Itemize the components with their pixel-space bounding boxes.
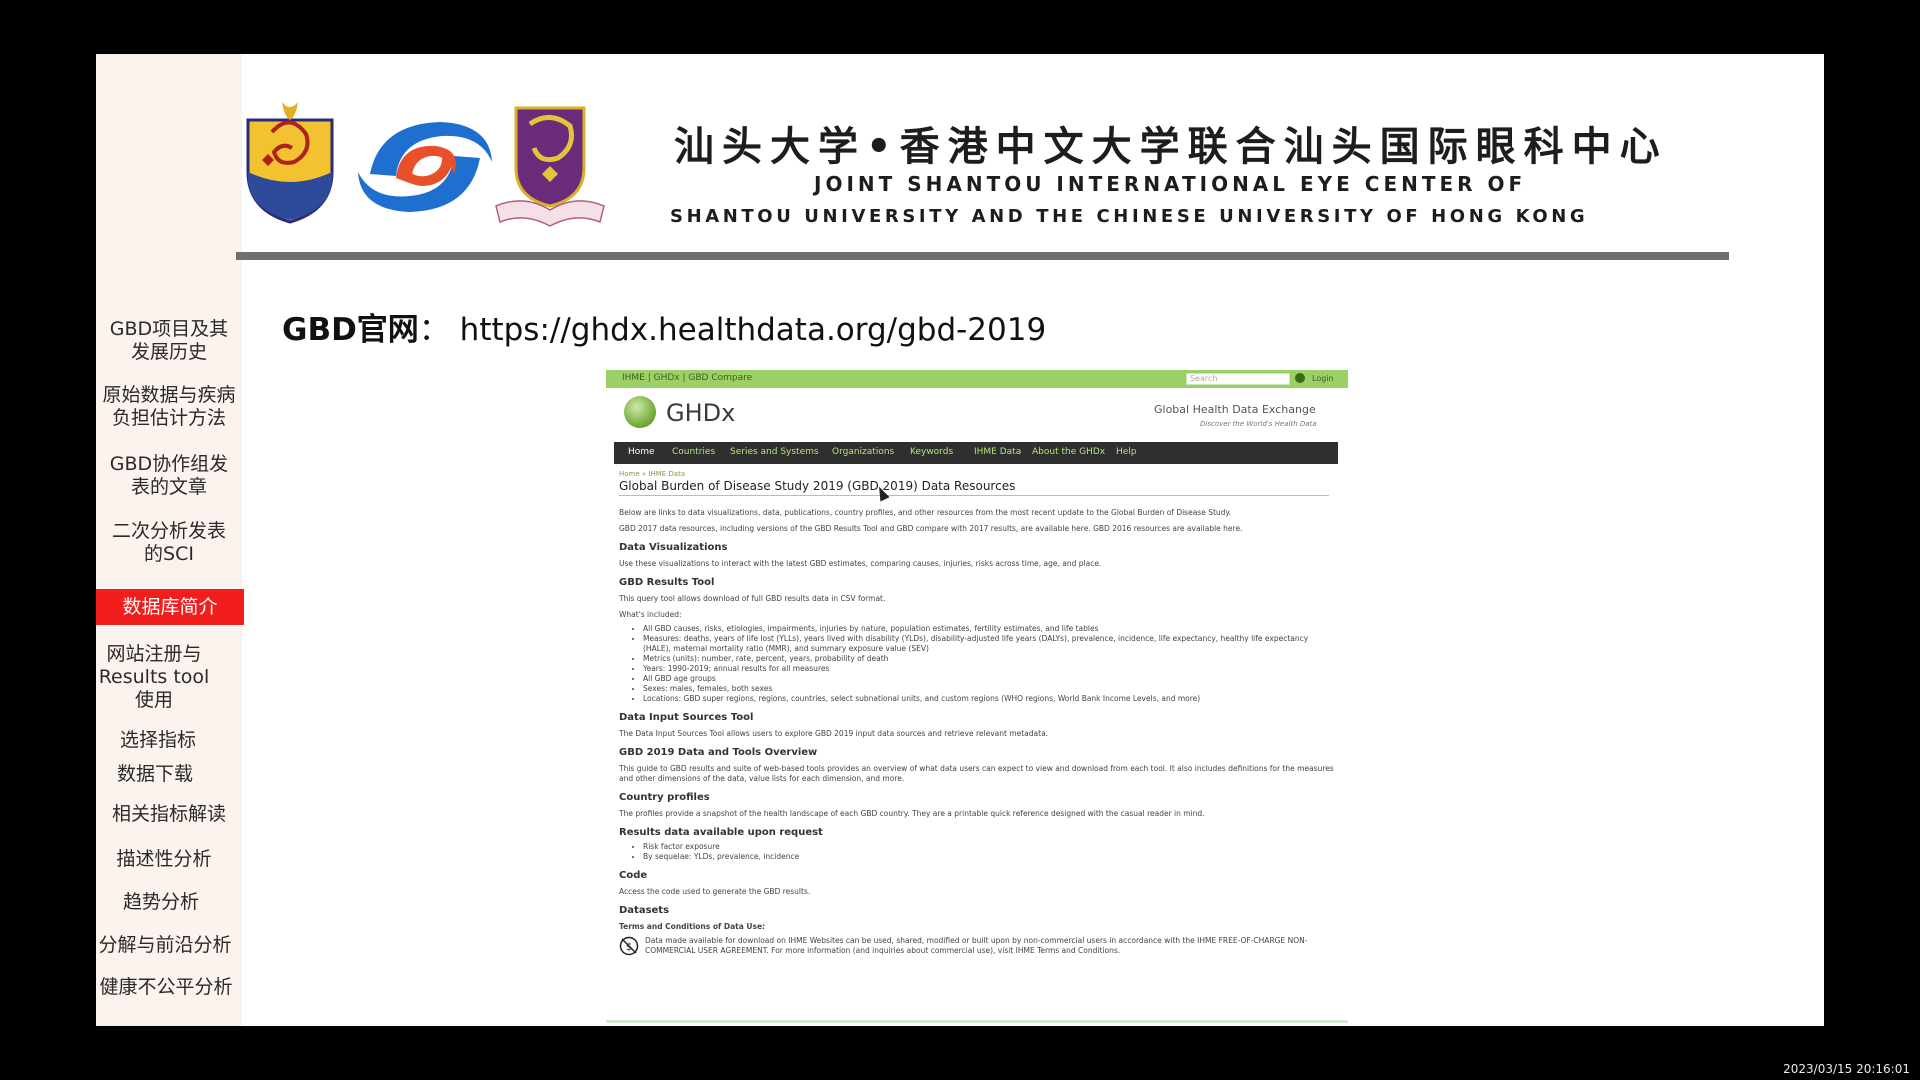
list-item: All GBD age groups [643, 674, 1335, 684]
search-icon[interactable] [1295, 373, 1305, 383]
sidebar-item-data-download[interactable]: 数据下载 [96, 763, 214, 786]
section-text-results-tool: This query tool allows download of full … [619, 594, 886, 603]
whats-included-label: What's included: [619, 610, 682, 619]
sidebar-item-inequality[interactable]: 健康不公平分析 [96, 976, 236, 999]
ghdx-breadcrumb[interactable]: Home » IHME Data [619, 470, 1335, 478]
list-item: Locations: GBD super regions, regions, c… [643, 694, 1335, 704]
section-text-overview: This guide to GBD results and suite of w… [619, 764, 1334, 783]
banner-divider [236, 252, 1729, 260]
section-heading-code: Code [619, 870, 648, 881]
section-text-country-profiles: The profiles provide a snapshot of the h… [619, 809, 1205, 818]
section-heading-results-tool: GBD Results Tool [619, 577, 715, 588]
ghdx-intro-2017: GBD 2017 data resources, including versi… [619, 524, 1243, 533]
terms-block: $ Data made available for download on IH… [619, 936, 1335, 956]
ghdx-subtagline: Discover the World's Health Data [1200, 420, 1317, 428]
list-item: All GBD causes, risks, etiologies, impai… [643, 624, 1335, 634]
ghdx-globe-logo-icon [624, 396, 656, 428]
ghdx-menu-countries[interactable]: Countries [672, 447, 715, 457]
ghdx-menu-help[interactable]: Help [1116, 447, 1137, 457]
ghdx-topbar: IHME | GHDx | GBD Compare Search Login [606, 370, 1348, 388]
sidebar-item-database-intro[interactable]: 数据库简介 [96, 589, 244, 625]
slide-sidebar: GBD项目及其 发展历史 原始数据与疾病 负担估计方法 GBD协作组发 表的文章… [96, 54, 244, 1026]
banner-title-en-line2: SHANTOU UNIVERSITY AND THE CHINESE UNIVE… [670, 206, 1589, 227]
list-item: Years: 1990-2019; annual results for all… [643, 664, 1335, 674]
ghdx-menu-organizations[interactable]: Organizations [832, 447, 894, 457]
sidebar-item-decomposition[interactable]: 分解与前沿分析 [96, 934, 234, 957]
section-heading-visualizations: Data Visualizations [619, 542, 728, 553]
headline-separator: ： [418, 312, 450, 348]
ghdx-page-title: Global Burden of Disease Study 2019 (GBD… [619, 479, 1329, 496]
shantou-university-crest-icon [246, 102, 334, 224]
sidebar-item-gbd-articles[interactable]: GBD协作组发 表的文章 [96, 453, 242, 499]
ghdx-content: Home » IHME Data Global Burden of Diseas… [619, 470, 1335, 956]
ghdx-search-input[interactable]: Search [1186, 373, 1290, 385]
sidebar-item-descriptive[interactable]: 描述性分析 [96, 848, 232, 871]
section-heading-datasets: Datasets [619, 905, 670, 916]
list-item: Measures: deaths, years of life lost (YL… [643, 634, 1335, 654]
ghdx-intro: Below are links to data visualizations, … [619, 508, 1232, 517]
ghdx-top-links[interactable]: IHME | GHDx | GBD Compare [622, 373, 752, 383]
non-commercial-license-icon: $ [619, 936, 639, 956]
sidebar-item-gbd-history[interactable]: GBD项目及其 发展历史 [96, 318, 242, 364]
sidebar-item-methods[interactable]: 原始数据与疾病 负担估计方法 [96, 384, 242, 430]
terms-text: Data made available for download on IHME… [645, 936, 1308, 955]
section-heading-input-sources: Data Input Sources Tool [619, 712, 754, 723]
ghdx-menu-home[interactable]: Home [628, 447, 655, 457]
headline: GBD官网： https://ghdx.healthdata.org/gbd-2… [282, 304, 1046, 349]
section-heading-upon-request: Results data available upon request [619, 827, 823, 838]
timestamp: 2023/03/15 20:16:01 [1783, 1062, 1910, 1076]
ghdx-brand-name: GHDx [666, 399, 736, 427]
sidebar-item-trend[interactable]: 趋势分析 [96, 891, 226, 914]
headline-label: GBD官网 [282, 312, 419, 348]
terms-heading: Terms and Conditions of Data Use: [619, 922, 766, 931]
sidebar-item-select-indicators[interactable]: 选择指标 [96, 729, 220, 752]
ghdx-screenshot: IHME | GHDx | GBD Compare Search Login G… [606, 370, 1348, 1023]
ghdx-menu-keywords[interactable]: Keywords [910, 447, 953, 457]
list-item: Sexes: males, females, both sexes [643, 684, 1335, 694]
eye-center-logo-icon [358, 122, 492, 212]
ghdx-menu-ihme-data[interactable]: IHME Data [974, 447, 1021, 457]
section-text-input-sources: The Data Input Sources Tool allows users… [619, 729, 1049, 738]
section-heading-overview: GBD 2019 Data and Tools Overview [619, 747, 818, 758]
presentation-slide: GBD项目及其 发展历史 原始数据与疾病 负担估计方法 GBD协作组发 表的文章… [96, 54, 1824, 1026]
included-list: All GBD causes, risks, etiologies, impai… [619, 624, 1335, 704]
section-text-visualizations: Use these visualizations to interact wit… [619, 559, 1102, 568]
headline-url[interactable]: https://ghdx.healthdata.org/gbd-2019 [460, 312, 1047, 348]
request-list: Risk factor exposure By sequelae: YLDs, … [619, 842, 1335, 862]
ghdx-tagline: Global Health Data Exchange [1154, 403, 1316, 416]
ghdx-menu-about[interactable]: About the GHDx [1032, 447, 1105, 457]
list-item: By sequelae: YLDs, prevalence, incidence [643, 852, 1335, 862]
cuhk-crest-icon [495, 106, 605, 227]
list-item: Risk factor exposure [643, 842, 1335, 852]
ghdx-menu-bar: Home Countries Series and Systems Organi… [614, 442, 1338, 464]
sidebar-item-registration[interactable]: 网站注册与 Results tool 使用 [96, 643, 212, 712]
sidebar-item-sci[interactable]: 二次分析发表 的SCI [96, 520, 242, 566]
ghdx-menu-series[interactable]: Series and Systems [730, 447, 819, 457]
section-text-code: Access the code used to generate the GBD… [619, 887, 811, 896]
ghdx-login-link[interactable]: Login [1312, 374, 1334, 383]
banner-title-en-line1: JOINT SHANTOU INTERNATIONAL EYE CENTER O… [814, 172, 1527, 196]
list-item: Metrics (units): number, rate, percent, … [643, 654, 1335, 664]
sidebar-item-indicator-interpretation[interactable]: 相关指标解读 [96, 803, 242, 826]
banner-title-cn: 汕头大学•香港中文大学联合汕头国际眼科中心 [674, 123, 1668, 170]
section-heading-country-profiles: Country profiles [619, 792, 710, 803]
